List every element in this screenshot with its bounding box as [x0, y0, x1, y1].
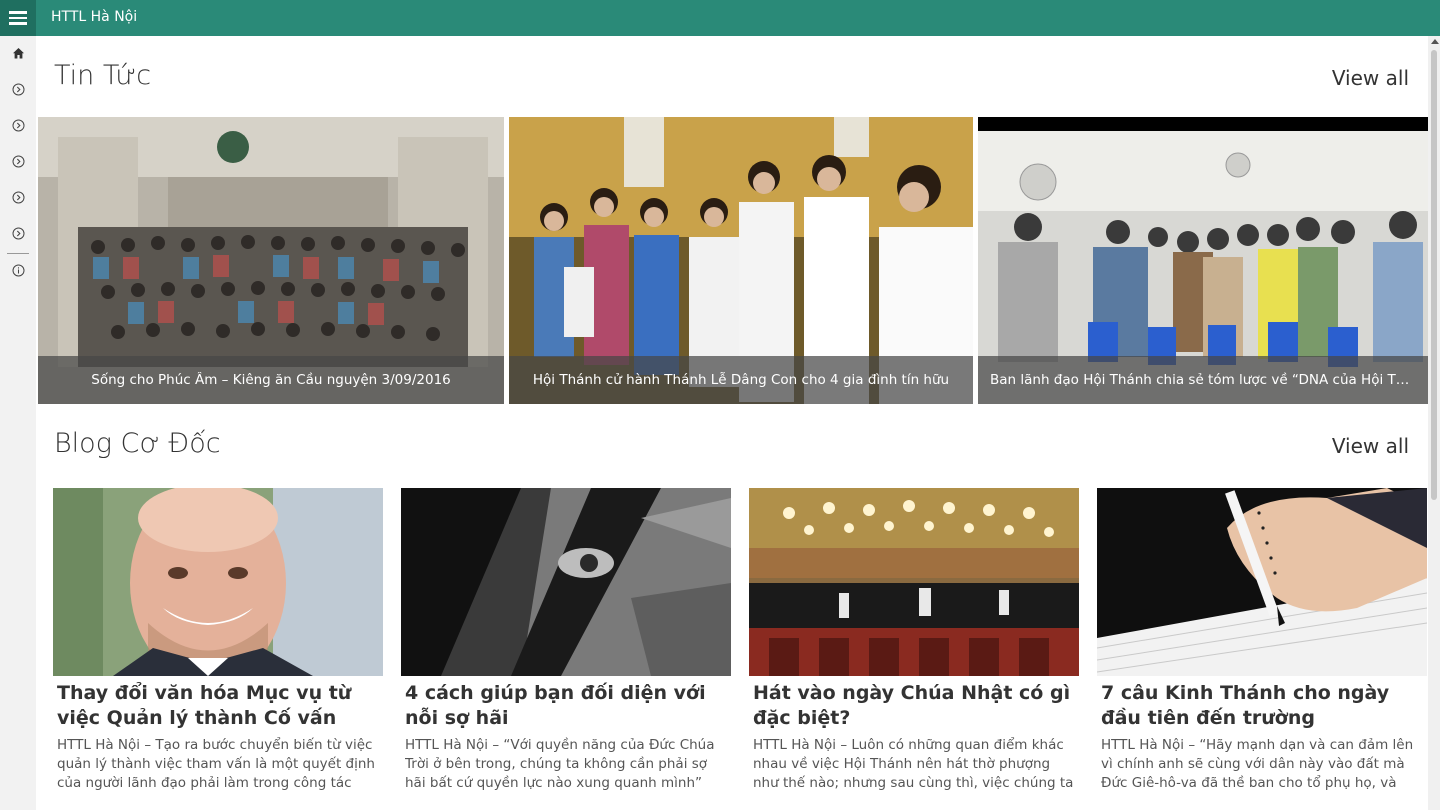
nav-item-5-icon[interactable] [10, 225, 26, 241]
news-caption-1: Sống cho Phúc Âm – Kiêng ăn Cầu nguyện 3… [38, 356, 504, 404]
blog-excerpt-4: HTTL Hà Nội – “Hãy mạnh dạn và can đảm l… [1101, 737, 1414, 791]
news-caption-2: Hội Thánh cử hành Thánh Lễ Dâng Con cho … [509, 356, 973, 404]
nav-item-1-icon[interactable] [10, 81, 26, 97]
news-card-2[interactable]: Hội Thánh cử hành Thánh Lễ Dâng Con cho … [509, 117, 973, 404]
app-title: HTTL Hà Nội [51, 9, 138, 25]
blog-title-3[interactable]: Hát vào ngày Chúa Nhật có gì đặc biệt? [753, 681, 1075, 731]
blog-image-1 [53, 488, 383, 676]
blog-title-1[interactable]: Thay đổi văn hóa Mục vụ từ việc Quản lý … [57, 681, 379, 731]
blog-image-4 [1097, 488, 1427, 676]
nav-item-3-icon[interactable] [10, 153, 26, 169]
news-card-1[interactable]: Sống cho Phúc Âm – Kiêng ăn Cầu nguyện 3… [38, 117, 504, 404]
blog-image-2 [401, 488, 731, 676]
news-caption-3: Ban lãnh đạo Hội Thánh chia sẻ tóm lược … [978, 356, 1428, 404]
nav-item-2-icon[interactable] [10, 117, 26, 133]
blog-image-3 [749, 488, 1079, 676]
top-bar: HTTL Hà Nội [0, 0, 1440, 36]
blog-card-4[interactable]: 7 câu Kinh Thánh cho ngày đầu tiên đến t… [1097, 488, 1427, 793]
blog-card-2[interactable]: 4 cách giúp bạn đối diện với nỗi sợ hãi … [401, 488, 731, 793]
sidebar [0, 36, 36, 810]
hamburger-menu-icon[interactable] [0, 0, 36, 36]
blog-excerpt-3: HTTL Hà Nội – Luôn có những quan điểm kh… [753, 737, 1074, 791]
blog-card-1[interactable]: Thay đổi văn hóa Mục vụ từ việc Quản lý … [53, 488, 383, 793]
scroll-up-arrow-icon[interactable] [1431, 39, 1439, 44]
info-icon[interactable] [10, 262, 26, 278]
blog-excerpt-1: HTTL Hà Nội – Tạo ra bước chuyển biến từ… [57, 737, 375, 791]
blog-view-all-link[interactable]: View all [1332, 434, 1409, 458]
blog-section-title: Blog Cơ Đốc [54, 428, 221, 459]
blog-excerpt-2: HTTL Hà Nội – “Với quyền năng của Đức Ch… [405, 737, 715, 791]
blog-title-2[interactable]: 4 cách giúp bạn đối diện với nỗi sợ hãi [405, 681, 727, 731]
nav-item-4-icon[interactable] [10, 189, 26, 205]
sidebar-divider [7, 253, 29, 254]
news-section-title: Tin Tức [54, 60, 152, 91]
scroll-thumb[interactable] [1431, 50, 1437, 500]
blog-card-3[interactable]: Hát vào ngày Chúa Nhật có gì đặc biệt? H… [749, 488, 1079, 793]
news-card-3[interactable]: Ban lãnh đạo Hội Thánh chia sẻ tóm lược … [978, 117, 1428, 404]
blog-title-4[interactable]: 7 câu Kinh Thánh cho ngày đầu tiên đến t… [1101, 681, 1423, 731]
home-icon[interactable] [10, 45, 26, 61]
news-view-all-link[interactable]: View all [1332, 66, 1409, 90]
